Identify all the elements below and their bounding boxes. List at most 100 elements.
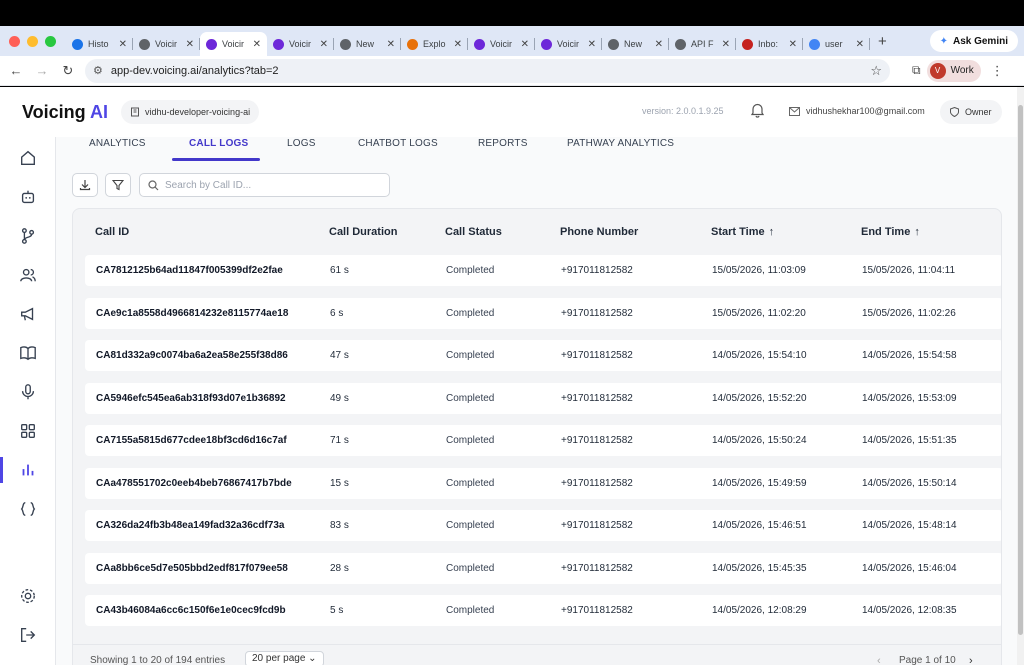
sidebar-item-analytics[interactable] [0,457,56,483]
col-start-time[interactable]: Start Time ↑ [711,226,774,238]
browser-tab[interactable]: Explo ✕ [401,32,468,56]
close-window-button[interactable] [9,35,20,47]
table-row[interactable]: CAe9c1a8558d4966814232e8115774ae18 6 s Com… [85,297,1001,329]
notification-bell-icon[interactable] [750,102,765,122]
table-row[interactable]: CA7812125b64ad11847f005399df2e2fae 61 s Co… [85,255,1001,286]
tab-chatbot-logs[interactable]: CHATBOT LOGS [358,138,438,149]
sidebar-item-users[interactable] [0,262,56,288]
ask-gemini-button[interactable]: ✦ Ask Gemini [929,30,1018,52]
sidebar-item-bot[interactable] [0,184,56,210]
close-tab-icon[interactable]: ✕ [454,39,462,50]
close-tab-icon[interactable]: ✕ [186,39,194,50]
version-text: version: 2.0.0.1.9.25 [642,106,724,116]
close-tab-icon[interactable]: ✕ [856,39,864,50]
col-phone-number[interactable]: Phone Number [560,226,638,238]
voicing-icon [541,38,552,50]
filter-button[interactable] [105,173,131,197]
browser-tab[interactable]: New ✕ [602,32,669,56]
page-scrollbar[interactable] [1017,87,1024,665]
back-icon[interactable]: ← [3,63,29,78]
table-row[interactable]: CAa8bb6ce5d7e505bbd2edf817f079ee58 28 s Co… [85,552,1001,584]
table-row[interactable]: CAa478551702c0eeb4beb76867417b7bde 15 s Co… [85,467,1001,499]
forward-icon[interactable]: → [29,63,55,78]
cell-status: Completed [446,605,495,616]
bookmark-star-icon[interactable]: ☆ [870,63,882,79]
maximize-window-button[interactable] [45,35,56,47]
workspace-name: vidhu-developer-voicing-ai [145,107,251,117]
table-row[interactable]: CA7155a5815d677cdee18bf3cd6d16c7af 71 s Co… [85,425,1001,456]
lens-icon[interactable]: ⧉ [912,63,921,78]
tab-pathway-analytics[interactable]: PATHWAY ANALYTICS [567,138,674,149]
sidebar-item-mic[interactable] [0,379,56,405]
sidebar-item-braces[interactable] [0,496,56,522]
address-bar[interactable]: ⚙ app-dev.voicing.ai/analytics?tab=2 ☆ [85,58,890,83]
close-tab-icon[interactable]: ✕ [521,39,529,50]
close-tab-icon[interactable]: ✕ [588,39,596,50]
sort-up-icon[interactable]: ↑ [769,226,775,238]
active-tab-indicator [172,158,260,161]
bot-icon [21,190,35,204]
users-icon [20,268,36,282]
browser-tab[interactable]: Voicir ✕ [535,32,602,56]
tab-reports[interactable]: REPORTS [478,138,528,149]
next-page-icon[interactable]: › [969,655,973,665]
profile-button[interactable]: V Work [926,59,981,82]
reload-icon[interactable]: ↻ [55,63,81,79]
sidebar-item-logout[interactable] [0,622,56,648]
menu-kebab-icon[interactable]: ⋮ [991,63,1004,79]
browser-tab[interactable]: API F ✕ [669,32,736,56]
per-page-select[interactable]: 20 per page ⌄ [245,651,324,665]
scrollbar-thumb[interactable] [1018,105,1023,635]
sidebar-item-megaphone[interactable] [0,301,56,327]
browser-tab[interactable]: New ✕ [334,32,401,56]
browser-tab[interactable]: Voicir ✕ [133,32,200,56]
col-end-time[interactable]: End Time ↑ [861,226,920,238]
close-tab-icon[interactable]: ✕ [320,39,328,50]
browser-tab[interactable]: Histo ✕ [66,32,133,56]
table-row[interactable]: CA5946efc545ea6ab318f93d07e1b36892 49 s Co… [85,382,1001,414]
browser-tab[interactable]: Voicir ✕ [468,32,535,56]
search-input[interactable] [165,179,375,191]
minimize-window-button[interactable] [27,35,38,47]
close-tab-icon[interactable]: ✕ [119,39,127,50]
sidebar-item-book[interactable] [0,340,56,366]
close-tab-icon[interactable]: ✕ [722,39,730,50]
sidebar-item-home[interactable] [0,145,56,171]
prev-page-icon[interactable]: ‹ [877,655,881,665]
cell-status: Completed [446,562,495,574]
sidebar-item-branch[interactable] [0,223,56,249]
tab-logs[interactable]: LOGS [287,138,316,149]
sidebar-item-settings[interactable] [0,583,56,609]
new-tab-button[interactable]: + [878,33,898,50]
table-row[interactable]: CA43b46084a6cc6c150f6e1e0cec9fcd9b 5 s Com… [85,595,1001,626]
col-label: Call Status [445,226,502,238]
tab-analytics[interactable]: ANALYTICS [89,138,146,149]
table-row[interactable]: CA326da24fb3b48ea149fad32a36cdf73a 83 s Co… [85,510,1001,541]
logo[interactable]: Voicing AI [22,102,108,123]
tab-separator [869,38,870,50]
close-tab-icon[interactable]: ✕ [655,39,663,50]
col-call-status[interactable]: Call Status [445,226,502,238]
browser-tab[interactable]: user ✕ [803,32,870,56]
cell-phone: +917011812582 [561,435,633,446]
col-call-id[interactable]: Call ID [95,226,129,238]
cell-start-time: 15/05/2026, 11:03:09 [712,265,806,276]
cell-call-id: CA43b46084a6cc6c150f6e1e0cec9fcd9b [96,605,286,616]
browser-tab[interactable]: Voicir ✕ [267,32,334,56]
close-tab-icon[interactable]: ✕ [387,39,395,50]
browser-tab[interactable]: Voicir ✕ [200,32,267,56]
download-button[interactable] [72,173,98,197]
close-tab-icon[interactable]: ✕ [253,39,261,50]
tab-call-logs[interactable]: CALL LOGS [189,138,248,149]
sidebar-item-grid[interactable] [0,418,56,444]
table-row[interactable]: CA81d332a9c0074ba6a2ea58e255f38d86 47 s Co… [85,340,1001,371]
site-info-icon[interactable]: ⚙ [93,64,103,77]
sort-up-icon[interactable]: ↑ [914,226,920,238]
cell-status: Completed [446,435,495,446]
role-badge[interactable]: Owner [940,100,1002,124]
search-box[interactable] [139,173,390,197]
col-call-duration[interactable]: Call Duration [329,226,397,238]
browser-tab[interactable]: Inbo: ✕ [736,32,803,56]
workspace-selector[interactable]: vidhu-developer-voicing-ai [121,100,260,124]
close-tab-icon[interactable]: ✕ [789,39,797,50]
